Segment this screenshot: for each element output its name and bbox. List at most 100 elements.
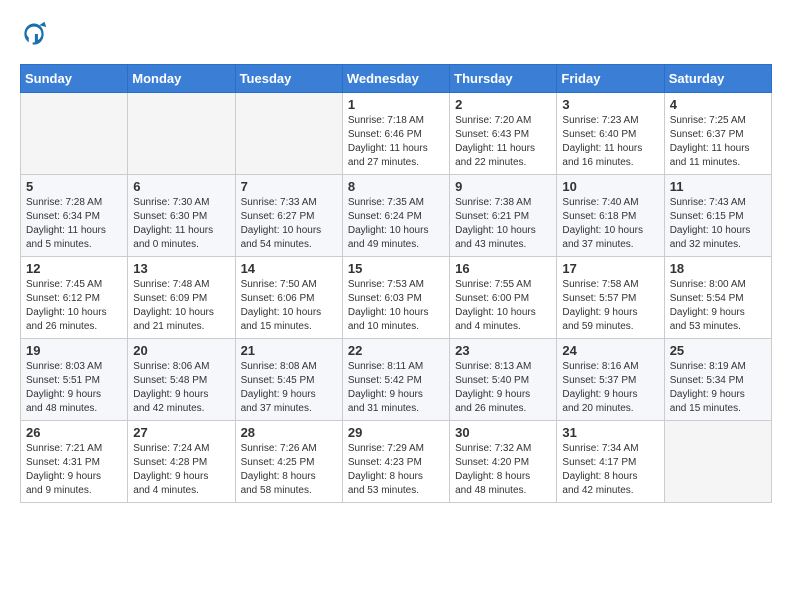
calendar-header-row: SundayMondayTuesdayWednesdayThursdayFrid… bbox=[21, 65, 772, 93]
day-info: Sunrise: 7:25 AM Sunset: 6:37 PM Dayligh… bbox=[670, 114, 766, 170]
calendar-week-row: 1 Sunrise: 7:18 AM Sunset: 6:46 PM Daylig… bbox=[21, 93, 772, 175]
calendar-cell: 23 Sunrise: 8:13 AM Sunset: 5:40 PM Dayli… bbox=[450, 339, 557, 421]
calendar-cell: 1 Sunrise: 7:18 AM Sunset: 6:46 PM Daylig… bbox=[342, 93, 449, 175]
calendar-cell: 16Sunrise: 7:55 AM Sunset: 6:00 PM Dayli… bbox=[450, 257, 557, 339]
calendar-cell: 25Sunrise: 8:19 AM Sunset: 5:34 PM Dayli… bbox=[664, 339, 771, 421]
calendar-cell: 18Sunrise: 8:00 AM Sunset: 5:54 PM Dayli… bbox=[664, 257, 771, 339]
calendar-cell: 3 Sunrise: 7:23 AM Sunset: 6:40 PM Daylig… bbox=[557, 93, 664, 175]
day-number: 4 bbox=[670, 97, 766, 112]
day-number: 21 bbox=[241, 343, 337, 358]
day-info: Sunrise: 7:58 AM Sunset: 5:57 PM Dayligh… bbox=[562, 278, 658, 334]
day-info: Sunrise: 8:08 AM Sunset: 5:45 PM Dayligh… bbox=[241, 360, 337, 416]
day-number: 17 bbox=[562, 261, 658, 276]
calendar-cell bbox=[128, 93, 235, 175]
day-number: 12 bbox=[26, 261, 122, 276]
calendar-day-header: Friday bbox=[557, 65, 664, 93]
day-info: Sunrise: 7:50 AM Sunset: 6:06 PM Dayligh… bbox=[241, 278, 337, 334]
calendar-cell: 12 Sunrise: 7:45 AM Sunset: 6:12 PM Dayli… bbox=[21, 257, 128, 339]
day-info: Sunrise: 7:30 AM Sunset: 6:30 PM Dayligh… bbox=[133, 196, 229, 252]
day-info: Sunrise: 7:38 AM Sunset: 6:21 PM Dayligh… bbox=[455, 196, 551, 252]
day-number: 3 bbox=[562, 97, 658, 112]
day-info: Sunrise: 7:53 AM Sunset: 6:03 PM Dayligh… bbox=[348, 278, 444, 334]
calendar-cell: 14 Sunrise: 7:50 AM Sunset: 6:06 PM Dayli… bbox=[235, 257, 342, 339]
day-number: 7 bbox=[241, 179, 337, 194]
day-info: Sunrise: 8:13 AM Sunset: 5:40 PM Dayligh… bbox=[455, 360, 551, 416]
day-info: Sunrise: 7:26 AM Sunset: 4:25 PM Dayligh… bbox=[241, 442, 337, 498]
calendar-cell: 22 Sunrise: 8:11 AM Sunset: 5:42 PM Dayli… bbox=[342, 339, 449, 421]
calendar-cell: 28Sunrise: 7:26 AM Sunset: 4:25 PM Dayli… bbox=[235, 421, 342, 503]
day-info: Sunrise: 7:24 AM Sunset: 4:28 PM Dayligh… bbox=[133, 442, 229, 498]
calendar-cell: 20Sunrise: 8:06 AM Sunset: 5:48 PM Dayli… bbox=[128, 339, 235, 421]
calendar-day-header: Saturday bbox=[664, 65, 771, 93]
day-info: Sunrise: 7:33 AM Sunset: 6:27 PM Dayligh… bbox=[241, 196, 337, 252]
day-number: 26 bbox=[26, 425, 122, 440]
day-info: Sunrise: 8:11 AM Sunset: 5:42 PM Dayligh… bbox=[348, 360, 444, 416]
calendar-cell: 2Sunrise: 7:20 AM Sunset: 6:43 PM Daylig… bbox=[450, 93, 557, 175]
day-number: 14 bbox=[241, 261, 337, 276]
day-number: 9 bbox=[455, 179, 551, 194]
day-info: Sunrise: 7:21 AM Sunset: 4:31 PM Dayligh… bbox=[26, 442, 122, 498]
day-info: Sunrise: 7:43 AM Sunset: 6:15 PM Dayligh… bbox=[670, 196, 766, 252]
calendar-cell bbox=[235, 93, 342, 175]
day-number: 27 bbox=[133, 425, 229, 440]
day-number: 22 bbox=[348, 343, 444, 358]
calendar-cell: 4 Sunrise: 7:25 AM Sunset: 6:37 PM Daylig… bbox=[664, 93, 771, 175]
day-info: Sunrise: 7:45 AM Sunset: 6:12 PM Dayligh… bbox=[26, 278, 122, 334]
day-info: Sunrise: 7:34 AM Sunset: 4:17 PM Dayligh… bbox=[562, 442, 658, 498]
calendar-cell: 10 Sunrise: 7:40 AM Sunset: 6:18 PM Dayli… bbox=[557, 175, 664, 257]
calendar-cell: 13 Sunrise: 7:48 AM Sunset: 6:09 PM Dayli… bbox=[128, 257, 235, 339]
day-number: 6 bbox=[133, 179, 229, 194]
calendar-cell: 9 Sunrise: 7:38 AM Sunset: 6:21 PM Daylig… bbox=[450, 175, 557, 257]
calendar-cell: 24 Sunrise: 8:16 AM Sunset: 5:37 PM Dayli… bbox=[557, 339, 664, 421]
calendar-cell: 8 Sunrise: 7:35 AM Sunset: 6:24 PM Daylig… bbox=[342, 175, 449, 257]
calendar-cell: 6 Sunrise: 7:30 AM Sunset: 6:30 PM Daylig… bbox=[128, 175, 235, 257]
day-number: 19 bbox=[26, 343, 122, 358]
day-info: Sunrise: 7:32 AM Sunset: 4:20 PM Dayligh… bbox=[455, 442, 551, 498]
calendar-day-header: Wednesday bbox=[342, 65, 449, 93]
calendar-week-row: 26 Sunrise: 7:21 AM Sunset: 4:31 PM Dayli… bbox=[21, 421, 772, 503]
calendar-cell: 30 Sunrise: 7:32 AM Sunset: 4:20 PM Dayli… bbox=[450, 421, 557, 503]
calendar-cell: 31 Sunrise: 7:34 AM Sunset: 4:17 PM Dayli… bbox=[557, 421, 664, 503]
calendar-cell bbox=[664, 421, 771, 503]
day-number: 24 bbox=[562, 343, 658, 358]
calendar-cell: 11 Sunrise: 7:43 AM Sunset: 6:15 PM Dayli… bbox=[664, 175, 771, 257]
day-number: 8 bbox=[348, 179, 444, 194]
calendar-day-header: Sunday bbox=[21, 65, 128, 93]
day-info: Sunrise: 7:23 AM Sunset: 6:40 PM Dayligh… bbox=[562, 114, 658, 170]
day-number: 23 bbox=[455, 343, 551, 358]
day-number: 13 bbox=[133, 261, 229, 276]
calendar-cell: 5Sunrise: 7:28 AM Sunset: 6:34 PM Daylig… bbox=[21, 175, 128, 257]
calendar-day-header: Thursday bbox=[450, 65, 557, 93]
day-info: Sunrise: 8:16 AM Sunset: 5:37 PM Dayligh… bbox=[562, 360, 658, 416]
calendar-cell: 27 Sunrise: 7:24 AM Sunset: 4:28 PM Dayli… bbox=[128, 421, 235, 503]
day-number: 30 bbox=[455, 425, 551, 440]
calendar-cell: 15Sunrise: 7:53 AM Sunset: 6:03 PM Dayli… bbox=[342, 257, 449, 339]
calendar-cell: 21 Sunrise: 8:08 AM Sunset: 5:45 PM Dayli… bbox=[235, 339, 342, 421]
day-info: Sunrise: 7:35 AM Sunset: 6:24 PM Dayligh… bbox=[348, 196, 444, 252]
day-number: 31 bbox=[562, 425, 658, 440]
calendar-week-row: 12 Sunrise: 7:45 AM Sunset: 6:12 PM Dayli… bbox=[21, 257, 772, 339]
day-info: Sunrise: 7:48 AM Sunset: 6:09 PM Dayligh… bbox=[133, 278, 229, 334]
day-number: 25 bbox=[670, 343, 766, 358]
day-number: 20 bbox=[133, 343, 229, 358]
calendar-cell: 19 Sunrise: 8:03 AM Sunset: 5:51 PM Dayli… bbox=[21, 339, 128, 421]
calendar-day-header: Monday bbox=[128, 65, 235, 93]
day-number: 29 bbox=[348, 425, 444, 440]
day-info: Sunrise: 7:18 AM Sunset: 6:46 PM Dayligh… bbox=[348, 114, 444, 170]
calendar-cell bbox=[21, 93, 128, 175]
day-number: 10 bbox=[562, 179, 658, 194]
day-number: 11 bbox=[670, 179, 766, 194]
day-info: Sunrise: 8:03 AM Sunset: 5:51 PM Dayligh… bbox=[26, 360, 122, 416]
logo-icon bbox=[20, 20, 48, 48]
logo bbox=[20, 20, 52, 48]
day-info: Sunrise: 8:00 AM Sunset: 5:54 PM Dayligh… bbox=[670, 278, 766, 334]
calendar-week-row: 5Sunrise: 7:28 AM Sunset: 6:34 PM Daylig… bbox=[21, 175, 772, 257]
calendar-day-header: Tuesday bbox=[235, 65, 342, 93]
calendar-cell: 17 Sunrise: 7:58 AM Sunset: 5:57 PM Dayli… bbox=[557, 257, 664, 339]
day-number: 1 bbox=[348, 97, 444, 112]
calendar-cell: 29Sunrise: 7:29 AM Sunset: 4:23 PM Dayli… bbox=[342, 421, 449, 503]
day-number: 5 bbox=[26, 179, 122, 194]
calendar-cell: 7 Sunrise: 7:33 AM Sunset: 6:27 PM Daylig… bbox=[235, 175, 342, 257]
calendar-cell: 26 Sunrise: 7:21 AM Sunset: 4:31 PM Dayli… bbox=[21, 421, 128, 503]
day-info: Sunrise: 7:40 AM Sunset: 6:18 PM Dayligh… bbox=[562, 196, 658, 252]
